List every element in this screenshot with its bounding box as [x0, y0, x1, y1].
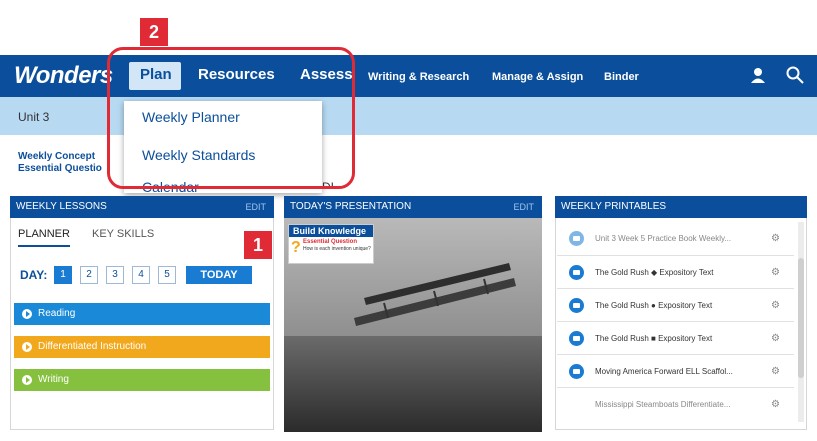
gear-icon[interactable]: ⚙ [771, 256, 780, 289]
essential-question-text: How is each invention unique? [303, 246, 371, 252]
printable-icon [569, 298, 584, 313]
wonders-logo[interactable]: Wonders [14, 62, 113, 90]
printable-icon [569, 364, 584, 379]
weekly-lessons-title: WEEKLY LESSONS [16, 201, 107, 212]
weekly-concept-label: Weekly Concept [18, 151, 96, 162]
ground [284, 336, 542, 432]
differentiated-label: Differentiated Instruction [38, 341, 147, 352]
tab-key-skills[interactable]: KEY SKILLS [92, 228, 154, 240]
gear-icon[interactable]: ⚙ [771, 222, 780, 255]
gear-icon[interactable]: ⚙ [771, 322, 780, 355]
lesson-tabs: PLANNER KEY SKILLS [14, 218, 270, 247]
weekly-lessons-header: WEEKLY LESSONS EDIT [10, 196, 274, 218]
printable-title[interactable]: Mississippi Steamboats Differentiate... [595, 388, 730, 421]
essential-question-label: Essential Questio [18, 163, 102, 174]
build-knowledge-card: Build Knowledge ? Essential Question How… [288, 224, 374, 264]
printable-row[interactable]: Unit 3 Week 5 Practice Book Weekly... ⚙ [557, 222, 794, 255]
printable-row[interactable]: The Gold Rush ● Expository Text ⚙ [557, 288, 794, 321]
printable-row[interactable]: The Gold Rush ◆ Expository Text ⚙ [557, 255, 794, 288]
airplane-image [354, 263, 516, 326]
search-icon[interactable] [786, 66, 804, 84]
day-1-button[interactable]: 1 [54, 266, 72, 284]
callout-badge-2: 2 [140, 18, 168, 46]
weekly-lessons-edit[interactable]: EDIT [245, 196, 266, 218]
presentation-edit[interactable]: EDIT [513, 196, 534, 218]
gear-icon[interactable]: ⚙ [771, 289, 780, 322]
printables-header: WEEKLY PRINTABLES [555, 196, 807, 218]
printable-icon [569, 231, 584, 246]
printable-title[interactable]: The Gold Rush ■ Expository Text [595, 322, 712, 355]
day-4-button[interactable]: 4 [132, 266, 150, 284]
question-mark-icon: ? [291, 239, 301, 256]
printable-icon [569, 331, 584, 346]
build-knowledge-title: Build Knowledge [289, 225, 373, 237]
printable-icon [569, 265, 584, 280]
differentiated-section[interactable]: Differentiated Instruction [14, 336, 270, 358]
printable-title[interactable]: Moving America Forward ELL Scaffol... [595, 355, 733, 388]
reading-label: Reading [38, 308, 76, 319]
writing-section[interactable]: Writing [14, 369, 270, 391]
printable-row[interactable]: Moving America Forward ELL Scaffol... ⚙ [557, 354, 794, 387]
printable-row[interactable]: The Gold Rush ■ Expository Text ⚙ [557, 321, 794, 354]
printable-title[interactable]: The Gold Rush ◆ Expository Text [595, 256, 714, 289]
play-icon [22, 375, 32, 385]
today-button[interactable]: TODAY [186, 266, 252, 284]
presentation-title: TODAY'S PRESENTATION [290, 201, 412, 212]
user-icon[interactable] [750, 67, 766, 83]
scrollbar-thumb[interactable] [798, 258, 804, 378]
callout-highlight [107, 47, 355, 189]
tab-planner[interactable]: PLANNER [18, 228, 70, 247]
writing-label: Writing [38, 374, 69, 385]
day-selector: DAY: 1 2 3 4 5 TODAY [14, 266, 270, 286]
play-icon [22, 309, 32, 319]
day-2-button[interactable]: 2 [80, 266, 98, 284]
gear-icon[interactable]: ⚙ [771, 355, 780, 388]
day-label: DAY: [20, 268, 48, 282]
presentation-header: TODAY'S PRESENTATION EDIT [284, 196, 542, 218]
weekly-concept: Weekly Concept Essential Questio [18, 151, 102, 175]
day-3-button[interactable]: 3 [106, 266, 124, 284]
printables-scrollbar[interactable] [798, 222, 804, 422]
nav-writing-research[interactable]: Writing & Research [368, 71, 469, 83]
day-5-button[interactable]: 5 [158, 266, 176, 284]
printable-row[interactable]: Mississippi Steamboats Differentiate... … [557, 387, 794, 420]
play-icon [22, 342, 32, 352]
reading-section[interactable]: Reading [14, 303, 270, 325]
nav-manage-assign[interactable]: Manage & Assign [492, 71, 583, 83]
gear-icon[interactable]: ⚙ [771, 388, 780, 421]
printables-title: WEEKLY PRINTABLES [561, 201, 667, 212]
nav-binder[interactable]: Binder [604, 71, 639, 83]
printable-title[interactable]: Unit 3 Week 5 Practice Book Weekly... [595, 222, 731, 255]
unit-label[interactable]: Unit 3 [18, 110, 49, 124]
essential-question-subtitle: Essential Question [303, 239, 358, 245]
printable-title[interactable]: The Gold Rush ● Expository Text [595, 289, 712, 322]
